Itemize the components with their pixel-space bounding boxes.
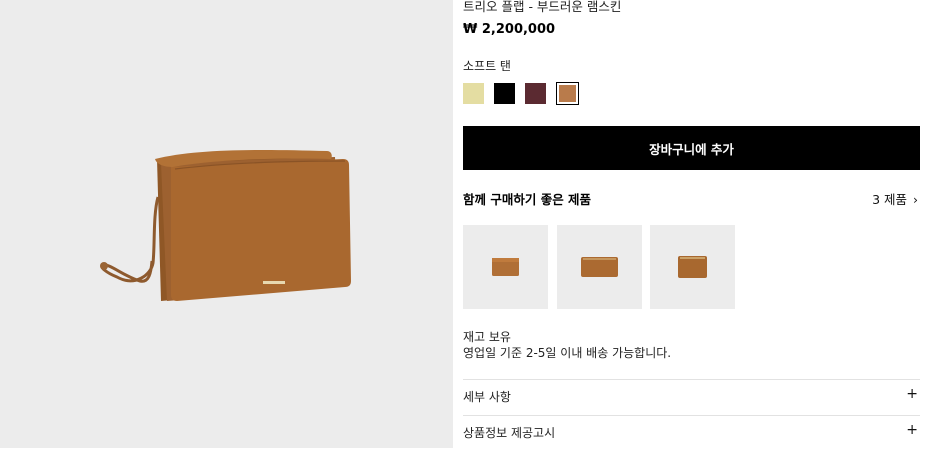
recommend-count: 3 제품 [872,192,907,207]
accordion-product-notice[interactable]: 상품정보 제공고시 + [463,416,920,450]
swatch-soft-tan[interactable] [556,82,579,105]
chevron-right-icon: › [913,192,918,207]
swatch-yellow[interactable] [463,83,484,104]
swatch-black[interactable] [494,83,515,104]
swatch-burgundy[interactable] [525,83,546,104]
product-title: 트리오 플랩 - 부드러운 램스킨 [463,0,622,14]
recommend-title: 함께 구매하기 좋은 제품 [463,192,592,207]
card-holder-icon [492,258,519,276]
product-image-area [0,0,453,448]
accordion-product-notice-label: 상품정보 제공고시 [463,426,556,440]
recommend-item-card-holder[interactable] [463,225,548,309]
recommend-count-link[interactable]: 3 제품 › [872,189,918,208]
swatch-soft-tan-fill [559,85,576,102]
bag-image [100,149,351,301]
plus-icon: + [906,422,918,438]
recommend-item-coin-pouch[interactable] [650,225,735,309]
stock-status: 재고 보유 [463,330,511,344]
plus-icon: + [906,386,918,402]
product-price: ₩ 2,200,000 [463,22,556,37]
coin-pouch-icon [678,256,707,278]
add-to-cart-button[interactable]: 장바구니에 추가 [463,126,920,170]
product-detail-panel: 트리오 플랩 - 부드러운 램스킨 ₩ 2,200,000 소프트 탠 장바구니… [463,0,920,448]
selected-color-label: 소프트 탠 [463,59,511,73]
accordion-details-label: 세부 사항 [463,390,511,404]
recommend-item-zip-wallet[interactable] [557,225,642,309]
zip-wallet-icon [581,257,618,277]
shipping-info: 영업일 기준 2-5일 이내 배송 가능합니다. [463,346,672,360]
accordion-details[interactable]: 세부 사항 + [463,380,920,414]
